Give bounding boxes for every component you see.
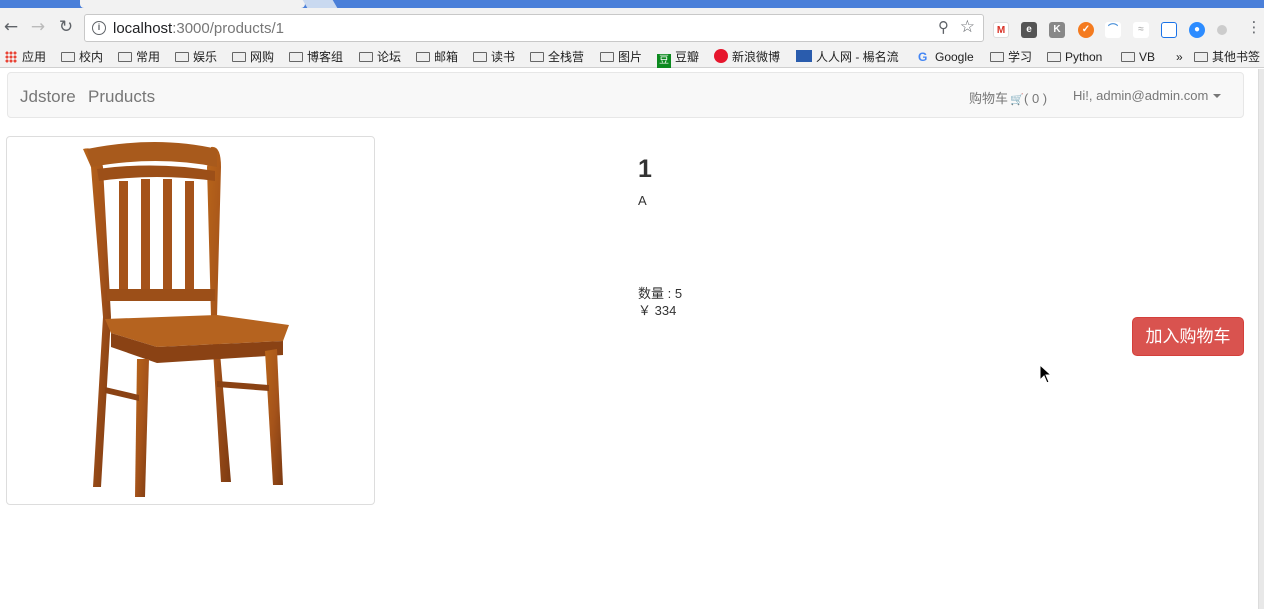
- apps-grid-icon: [5, 51, 17, 63]
- bookmark-folder[interactable]: VB: [1121, 49, 1155, 65]
- product-description: A: [638, 193, 647, 208]
- folder-icon: [232, 52, 246, 62]
- products-link[interactable]: Pruducts: [88, 87, 155, 107]
- product-title: 1: [638, 155, 652, 183]
- bookmark-google[interactable]: G Google: [918, 49, 974, 65]
- cart-link[interactable]: 购物车 🛒( 0 ): [969, 88, 1047, 107]
- folder-icon: [289, 52, 303, 62]
- bookmark-folder[interactable]: 娱乐: [175, 49, 217, 65]
- cart-icon: 🛒: [1010, 93, 1024, 106]
- bookmarks-bar: 应用 校内 常用 娱乐 网购 博客组 论坛 邮箱 读书 全栈营 图片 豆豆瓣 新…: [0, 46, 1264, 68]
- url-text: localhost:3000/products/1: [113, 20, 284, 37]
- bookmark-folder[interactable]: Python: [1047, 49, 1102, 65]
- folder-icon: [600, 52, 614, 62]
- folder-icon: [175, 52, 189, 62]
- brand-link[interactable]: Jdstore: [20, 87, 76, 107]
- bookmark-folder[interactable]: 常用: [118, 49, 160, 65]
- google-icon: G: [918, 50, 928, 64]
- folder-icon: [359, 52, 373, 62]
- folder-icon: [1194, 52, 1208, 62]
- browser-menu-icon[interactable]: ⋮: [1244, 17, 1264, 37]
- bookmark-folder[interactable]: 论坛: [359, 49, 401, 65]
- bookmark-douban[interactable]: 豆豆瓣: [657, 49, 699, 68]
- bookmark-renren[interactable]: 人人网 - 楊名流: [796, 49, 899, 65]
- info-icon[interactable]: i: [92, 21, 106, 35]
- weibo-icon: [714, 49, 728, 63]
- bookmarks-overflow[interactable]: »: [1176, 49, 1183, 65]
- evernote-icon[interactable]: e: [1021, 22, 1037, 38]
- douban-icon: 豆: [657, 54, 671, 68]
- folder-icon: [118, 52, 132, 62]
- new-tab-button[interactable]: [302, 0, 338, 8]
- bookmark-star-icon[interactable]: ☆: [960, 17, 975, 37]
- bookmark-folder[interactable]: 图片: [600, 49, 642, 65]
- bookmark-other-folder[interactable]: 其他书签: [1194, 49, 1260, 65]
- bookmark-folder[interactable]: 全栈营: [530, 49, 584, 65]
- extension-rainbow-icon[interactable]: ⌒: [1105, 22, 1121, 38]
- k-extension-icon[interactable]: K: [1049, 22, 1065, 38]
- bookmark-folder[interactable]: 读书: [473, 49, 515, 65]
- extension-grey-icon[interactable]: [1217, 25, 1227, 35]
- folder-icon: [530, 52, 544, 62]
- zoom-meeting-icon[interactable]: ●: [1189, 22, 1205, 38]
- folder-icon: [1047, 52, 1061, 62]
- user-menu[interactable]: Hi!, admin@admin.com: [1073, 88, 1222, 103]
- mouse-cursor-icon: [1039, 364, 1053, 384]
- bookmark-folder[interactable]: 校内: [61, 49, 103, 65]
- address-bar[interactable]: i localhost:3000/products/1 ⚲ ☆: [84, 14, 984, 42]
- add-to-cart-button[interactable]: 加入购物车: [1132, 317, 1244, 356]
- back-icon[interactable]: ←: [1, 17, 21, 37]
- folder-icon: [416, 52, 430, 62]
- bookmark-folder[interactable]: 邮箱: [416, 49, 458, 65]
- browser-toolbar: ← → ↻ i localhost:3000/products/1 ⚲ ☆ M …: [0, 8, 1264, 46]
- bookmark-folder[interactable]: 博客组: [289, 49, 343, 65]
- bookmark-folder[interactable]: 学习: [990, 49, 1032, 65]
- renren-icon: [796, 50, 812, 62]
- bookmark-apps[interactable]: 应用: [5, 49, 46, 65]
- extension-swirl-icon[interactable]: ≈: [1133, 22, 1149, 38]
- page-scrollbar[interactable]: [1258, 69, 1264, 609]
- product-price: ￥ 334: [638, 303, 677, 318]
- gmail-icon[interactable]: M: [993, 22, 1009, 38]
- folder-icon: [61, 52, 75, 62]
- extension-orange-icon[interactable]: ✓: [1078, 22, 1094, 38]
- forward-icon[interactable]: →: [28, 17, 48, 37]
- screenshot-extension-icon[interactable]: [1161, 22, 1177, 38]
- folder-icon: [1121, 52, 1135, 62]
- page-content: Jdstore Pruducts 购物车 🛒( 0 ) Hi!, admin@ad…: [0, 69, 1258, 609]
- bookmark-weibo[interactable]: 新浪微博: [714, 49, 780, 65]
- zoom-icon[interactable]: ⚲: [938, 18, 949, 36]
- navbar: Jdstore Pruducts 购物车 🛒( 0 ) Hi!, admin@ad…: [7, 72, 1244, 118]
- folder-icon: [990, 52, 1004, 62]
- folder-icon: [473, 52, 487, 62]
- chair-image: [83, 142, 289, 497]
- browser-tab[interactable]: [80, 0, 305, 8]
- bookmark-folder[interactable]: 网购: [232, 49, 274, 65]
- reload-icon[interactable]: ↻: [56, 17, 76, 37]
- product-image: [6, 136, 375, 505]
- caret-down-icon: [1213, 94, 1222, 98]
